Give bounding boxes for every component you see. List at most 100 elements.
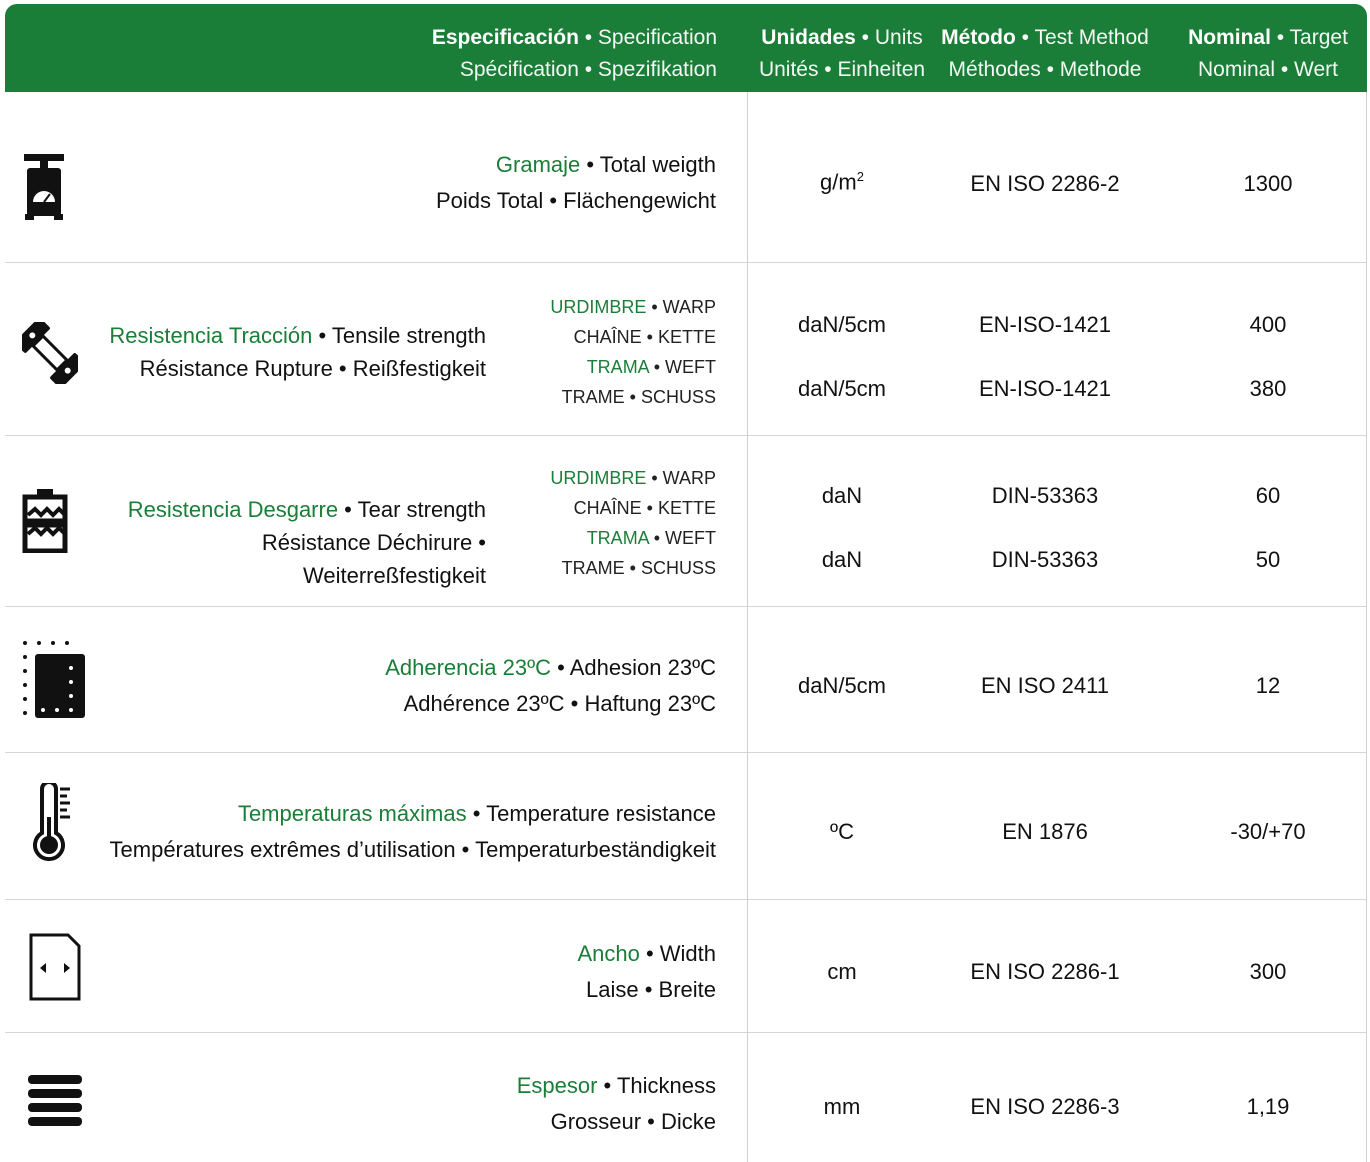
spec-name-fr-de: Poids Total • Flächengewicht: [435, 188, 716, 213]
header-specification: Especificación • Specification Spécifica…: [432, 22, 717, 86]
warp-label-fr-de: CHAÎNE • KETTE: [573, 327, 716, 347]
table-row: Resistencia Desgarre • Tear strength Rés…: [5, 435, 1367, 607]
spec-name-es: Gramaje: [495, 152, 581, 177]
spec-name-en: • Tear strength: [338, 497, 486, 522]
spec-name-es: Temperaturas máximas: [237, 801, 467, 826]
width-icon: [28, 932, 82, 1002]
nominal-value-warp: 400: [1249, 312, 1287, 337]
adhesion-icon: [22, 640, 86, 718]
weft-label-en: • WEFT: [648, 528, 716, 548]
table-row: Ancho • Width Laise • Breite cm EN ISO 2…: [5, 899, 1367, 1033]
header-method: Método • Test Method Méthodes • Methode: [935, 22, 1155, 86]
nominal-value-weft: 380: [1249, 376, 1287, 401]
header-method-rest: • Test Method: [1015, 26, 1149, 49]
warp-label-es: URDIMBRE: [550, 468, 647, 488]
spec-name-es: Adherencia 23ºC: [385, 655, 552, 680]
spec-name-es: Resistencia Tracción: [109, 323, 313, 348]
spec-table: Especificación • Specification Spécifica…: [5, 4, 1367, 1162]
unit-value: ºC: [830, 819, 854, 844]
spec-espesor: Espesor • Thickness Grosseur • Dicke: [517, 1068, 716, 1140]
header-spec-bold: Especificación: [431, 26, 579, 49]
header-nominal-rest: • Target: [1270, 26, 1348, 49]
spec-name-en: • Width: [639, 941, 716, 966]
spec-ancho: Ancho • Width Laise • Breite: [577, 936, 716, 1008]
method-value: EN ISO 2286-1: [970, 959, 1120, 984]
header-units-line2: Unités • Einheiten: [758, 58, 926, 81]
spec-name-fr-de: Grosseur • Dicke: [550, 1109, 716, 1134]
spec-name-fr-de: Températures extrêmes d’utilisation • Te…: [109, 837, 716, 862]
header-units-rest: • Units: [855, 26, 923, 49]
table-row: Temperaturas máximas • Temperature resis…: [5, 752, 1367, 900]
header-units: Unidades • Units Unités • Einheiten: [747, 22, 937, 86]
weft-label-en: • WEFT: [648, 357, 716, 377]
unit-base: g/m: [820, 169, 857, 195]
header-method-bold: Método: [941, 26, 1016, 49]
thermometer-icon: [32, 783, 74, 865]
unit-superscript: 2: [856, 169, 864, 184]
spec-gramaje: Gramaje • Total weigth Poids Total • Flä…: [436, 147, 716, 219]
spec-name-fr-de: Résistance Rupture • Reißfestigkeit: [139, 356, 486, 381]
unit-value-warp: daN: [821, 483, 863, 508]
method-value-weft: DIN-53363: [991, 547, 1099, 572]
spec-name-en: • Adhesion 23ºC: [551, 655, 716, 680]
nominal-value: 12: [1255, 673, 1281, 698]
spec-name-es: Resistencia Desgarre: [127, 497, 339, 522]
spec-name-fr-de: Laise • Breite: [586, 977, 716, 1002]
unit-value-weft: daN: [821, 547, 863, 572]
method-value: EN 1876: [1002, 819, 1088, 844]
weft-label-es: TRAMA: [586, 357, 649, 377]
table-row: Espesor • Thickness Grosseur • Dicke mm …: [5, 1032, 1367, 1162]
spec-name-en: • Tensile strength: [312, 323, 486, 348]
scale-icon: [22, 154, 66, 220]
unit-value: g/m2: [747, 169, 937, 195]
thickness-icon: [28, 1075, 82, 1127]
spec-name-es: Espesor: [516, 1073, 598, 1098]
warp-label-fr-de: CHAÎNE • KETTE: [573, 498, 716, 518]
warp-label-es: URDIMBRE: [550, 297, 647, 317]
unit-value: cm: [827, 959, 857, 984]
spec-name-fr-de: Adhérence 23ºC • Haftung 23ºC: [403, 691, 716, 716]
warp-label-en: • WARP: [646, 297, 716, 317]
unit-value-weft: daN/5cm: [797, 376, 887, 401]
table-header: Especificación • Specification Spécifica…: [5, 4, 1367, 92]
nominal-value: 1300: [1243, 171, 1293, 196]
method-value: EN ISO 2286-3: [970, 1094, 1120, 1119]
nominal-value: 1,19: [1246, 1094, 1290, 1119]
header-spec-line2: Spécification • Spezifikation: [459, 58, 717, 81]
method-value-warp: EN-ISO-1421: [978, 312, 1112, 337]
table-row: Adherencia 23ºC • Adhesion 23ºC Adhérenc…: [5, 606, 1367, 753]
header-spec-rest: • Specification: [578, 26, 717, 49]
weft-label-fr-de: TRAME • SCHUSS: [561, 387, 716, 407]
method-value: EN ISO 2286-2: [970, 171, 1120, 196]
unit-value: mm: [823, 1094, 861, 1119]
header-nominal-line2: Nominal • Wert: [1198, 58, 1338, 81]
header-nominal: Nominal • Target Nominal • Wert: [1175, 22, 1361, 86]
spec-desgarre: Resistencia Desgarre • Tear strength Rés…: [105, 493, 486, 592]
nominal-value: -30/+70: [1230, 819, 1306, 844]
weft-label-es: TRAMA: [586, 528, 649, 548]
spec-name-en: • Thickness: [597, 1073, 716, 1098]
spec-temperaturas: Temperaturas máximas • Temperature resis…: [110, 796, 716, 868]
method-value-warp: DIN-53363: [991, 483, 1099, 508]
warp-label-en: • WARP: [646, 468, 716, 488]
spec-name-en: • Total weigth: [580, 152, 716, 177]
table-row: Gramaje • Total weigth Poids Total • Flä…: [5, 92, 1367, 263]
spec-name-fr-de: Résistance Déchirure • Weiterreßfestigke…: [261, 530, 486, 588]
spec-name-es: Ancho: [577, 941, 640, 966]
nominal-value-weft: 50: [1255, 547, 1281, 572]
tensile-icon: [22, 322, 78, 384]
nominal-value: 300: [1249, 959, 1287, 984]
method-value-weft: EN-ISO-1421: [978, 376, 1112, 401]
spec-traccion: Resistencia Tracción • Tensile strength …: [105, 319, 486, 385]
method-value: EN ISO 2411: [981, 673, 1109, 698]
header-nominal-bold: Nominal: [1188, 26, 1271, 49]
header-units-bold: Unidades: [761, 26, 856, 49]
spec-adherencia: Adherencia 23ºC • Adhesion 23ºC Adhérenc…: [385, 650, 716, 722]
header-method-line2: Méthodes • Methode: [948, 58, 1142, 81]
direction-labels: URDIMBRE • WARP CHAÎNE • KETTE TRAMA • W…: [550, 463, 716, 583]
unit-value-warp: daN/5cm: [797, 312, 887, 337]
unit-value: daN/5cm: [797, 673, 887, 698]
table-row: Resistencia Tracción • Tensile strength …: [5, 262, 1367, 436]
weft-label-fr-de: TRAME • SCHUSS: [561, 558, 716, 578]
tear-icon: [22, 489, 68, 553]
